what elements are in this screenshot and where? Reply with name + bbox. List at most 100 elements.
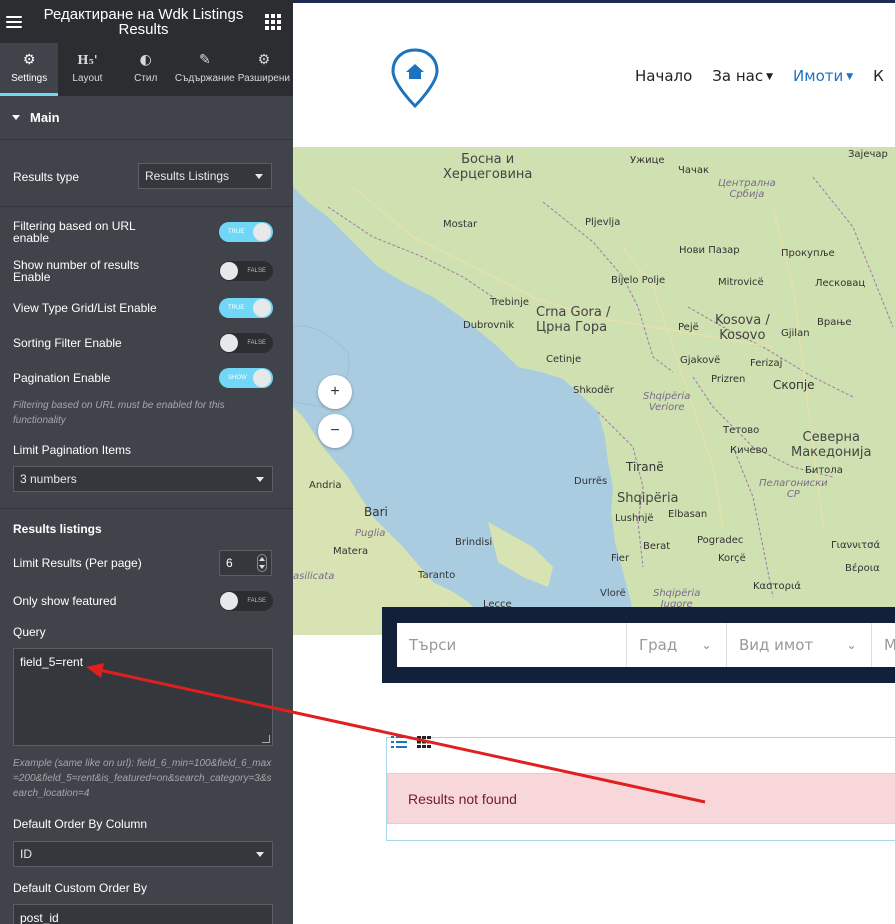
toggle-state: TRUE bbox=[228, 305, 245, 311]
order-by-label: Default Order By Column bbox=[13, 817, 148, 831]
pagination-toggle[interactable]: SHOW bbox=[219, 368, 273, 388]
tab-style[interactable]: ◐ Стил bbox=[117, 43, 175, 96]
gears-icon: ⚙ bbox=[22, 51, 36, 68]
map-label: Cetinje bbox=[546, 354, 582, 365]
custom-order-input[interactable]: post_id bbox=[13, 904, 273, 924]
top-border bbox=[293, 0, 895, 3]
limit-results-input[interactable]: 6 bbox=[219, 550, 272, 576]
chevron-down-icon[interactable]: ⌄ bbox=[832, 623, 872, 667]
toggle-state: SHOW bbox=[228, 375, 247, 381]
sorting-toggle[interactable]: FALSE bbox=[219, 333, 273, 353]
map-label: Скопје bbox=[773, 378, 815, 392]
toggle-knob bbox=[253, 223, 271, 241]
map-label: Pejë bbox=[678, 322, 699, 333]
zoom-in-button[interactable]: + bbox=[318, 375, 352, 409]
map-label: Mostar bbox=[443, 219, 478, 230]
view-type-label: View Type Grid/List Enable bbox=[13, 301, 157, 315]
map-label: Нови Пазар bbox=[679, 245, 740, 256]
spinner-icon[interactable] bbox=[257, 554, 267, 572]
nav-item-about[interactable]: За нас ▼ bbox=[712, 67, 773, 85]
map-label: Dubrovnik bbox=[463, 320, 515, 331]
map[interactable]: Босна и Херцеговина Ужице Чачак Зајечар … bbox=[293, 147, 895, 635]
map-label: Andria bbox=[309, 480, 342, 491]
toggle-knob bbox=[220, 592, 238, 610]
dropdown-arrow-icon bbox=[256, 477, 264, 482]
tab-advanced[interactable]: ⚙ Разширени bbox=[235, 43, 293, 96]
only-featured-toggle[interactable]: FALSE bbox=[219, 591, 273, 611]
tab-layout[interactable]: H₅' Layout bbox=[58, 43, 116, 96]
pencil-icon: ✎ bbox=[198, 51, 211, 68]
map-label: Kosova / Kosovo bbox=[715, 313, 770, 343]
map-label: Ужице bbox=[630, 155, 665, 166]
map-label: Зајечар bbox=[848, 149, 888, 160]
results-type-select[interactable]: Results Listings bbox=[138, 163, 272, 189]
query-label: Query bbox=[13, 625, 46, 639]
panel-header: Редактиране на Wdk Listings Results bbox=[0, 0, 293, 43]
view-type-toggle[interactable]: TRUE bbox=[219, 298, 273, 318]
gear-icon: ⚙ bbox=[257, 51, 271, 68]
limit-pagination-label: Limit Pagination Items bbox=[13, 443, 132, 457]
map-label: Crna Gora / Црна Гора bbox=[536, 305, 611, 335]
map-label: Gjakovë bbox=[680, 355, 721, 366]
widgets-grid-icon[interactable] bbox=[265, 13, 281, 30]
show-number-toggle[interactable]: FALSE bbox=[219, 261, 273, 281]
map-label: Fier bbox=[611, 553, 630, 564]
view-switcher bbox=[391, 736, 431, 748]
search-placeholder: Търси bbox=[409, 636, 457, 654]
map-label: Berat bbox=[643, 541, 671, 552]
query-value: field_5=rent bbox=[20, 655, 84, 669]
nav-item-properties[interactable]: Имоти ▼ bbox=[793, 67, 853, 85]
nav-item-home[interactable]: Начало bbox=[635, 67, 692, 85]
dropdown-arrow-icon bbox=[255, 174, 263, 179]
map-label: Tiranë bbox=[626, 460, 664, 474]
map-label: Trebinje bbox=[490, 297, 530, 308]
main-nav: Начало За нас ▼ Имоти ▼ К bbox=[635, 67, 884, 85]
sorting-label: Sorting Filter Enable bbox=[13, 336, 122, 350]
grid-view-icon[interactable] bbox=[417, 736, 431, 748]
list-view-icon[interactable] bbox=[391, 736, 407, 748]
tab-label: Settings bbox=[11, 72, 48, 84]
pagination-note: Filtering based on URL must be enabled f… bbox=[13, 400, 225, 426]
show-number-label: Show number of results Enable bbox=[13, 258, 140, 284]
toggle-knob bbox=[220, 262, 238, 280]
order-by-select[interactable]: ID bbox=[13, 841, 273, 867]
tab-label: Съдържание bbox=[174, 72, 235, 84]
dropdown-arrow-icon bbox=[256, 852, 264, 857]
contrast-icon: ◐ bbox=[139, 51, 152, 68]
plus-icon: + bbox=[330, 383, 340, 400]
property-type-select[interactable]: Вид имот bbox=[727, 623, 847, 667]
search-input[interactable]: Търси bbox=[397, 623, 627, 667]
map-label: Korçë bbox=[718, 553, 746, 564]
editor-panel: Редактиране на Wdk Listings Results ⚙ Se… bbox=[0, 0, 293, 924]
more-filter-select[interactable]: М bbox=[872, 623, 895, 667]
limit-pagination-select[interactable]: 3 numbers bbox=[13, 466, 273, 492]
nav-item-label: Имоти bbox=[793, 67, 844, 85]
tab-content[interactable]: ✎ Съдържание bbox=[175, 43, 235, 96]
filtering-url-toggle[interactable]: TRUE bbox=[219, 222, 273, 242]
home-pin-logo-icon[interactable] bbox=[390, 48, 440, 110]
map-label: Lushnjë bbox=[615, 513, 654, 524]
map-label: Прокупље bbox=[781, 248, 835, 259]
section-main-toggle[interactable]: Main bbox=[0, 96, 293, 140]
chevron-down-icon: ▼ bbox=[766, 72, 774, 82]
map-label: Bijelo Polje bbox=[611, 275, 666, 286]
map-label: Brindisi bbox=[455, 537, 493, 548]
section-title: Main bbox=[30, 110, 60, 125]
resize-handle-icon[interactable] bbox=[262, 735, 270, 743]
nav-item-more[interactable]: К bbox=[873, 67, 884, 85]
zoom-out-button[interactable]: − bbox=[318, 414, 352, 448]
chevron-down-icon[interactable]: ⌄ bbox=[687, 623, 727, 667]
map-label: Чачак bbox=[678, 165, 710, 176]
toggle-state: FALSE bbox=[247, 268, 266, 274]
tab-label: Layout bbox=[72, 72, 103, 84]
property-type-label: Вид имот bbox=[739, 636, 814, 654]
map-label: Gjilan bbox=[781, 328, 810, 339]
tab-settings[interactable]: ⚙ Settings bbox=[0, 43, 59, 96]
site-preview: Начало За нас ▼ Имоти ▼ К Босна и Херцег… bbox=[293, 0, 895, 924]
query-textarea[interactable]: field_5=rent bbox=[13, 648, 273, 746]
map-label: Taranto bbox=[418, 570, 456, 581]
divider bbox=[0, 206, 293, 207]
hamburger-menu-icon[interactable] bbox=[6, 15, 22, 28]
panel-tabs: ⚙ Settings H₅' Layout ◐ Стил ✎ Съдържани… bbox=[0, 43, 293, 96]
city-select-label: Град bbox=[639, 636, 678, 654]
